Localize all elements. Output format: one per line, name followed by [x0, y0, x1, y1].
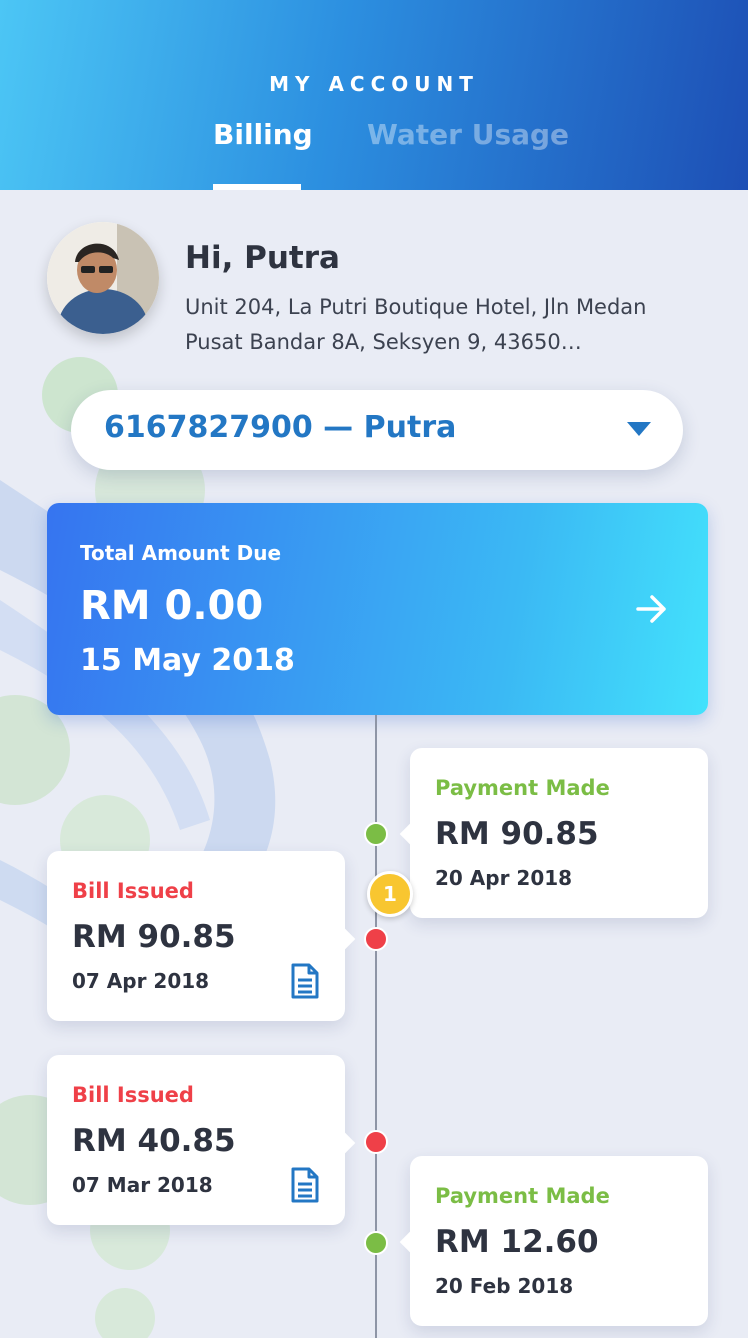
timeline-dot-payment — [364, 1231, 388, 1255]
chevron-down-icon — [627, 422, 651, 436]
timeline-card-payment[interactable]: Payment Made RM 90.85 20 Apr 2018 — [410, 748, 708, 918]
card-label: Payment Made — [435, 776, 610, 800]
account-selector-value: 6167827900 — Putra — [104, 410, 457, 445]
timeline-card-payment[interactable]: Payment Made RM 12.60 20 Feb 2018 — [410, 1156, 708, 1326]
timeline-dot-payment — [364, 822, 388, 846]
account-selector[interactable]: 6167827900 — Putra — [71, 390, 683, 470]
card-amount: RM 40.85 — [72, 1123, 236, 1159]
active-tab-indicator — [213, 184, 301, 190]
notification-badge[interactable]: 1 — [367, 871, 413, 917]
document-icon[interactable] — [290, 963, 320, 999]
card-date: 20 Apr 2018 — [435, 866, 573, 890]
avatar[interactable] — [47, 222, 159, 334]
timeline-dot-bill — [364, 927, 388, 951]
card-label: Bill Issued — [72, 879, 194, 903]
card-amount: RM 12.60 — [435, 1224, 599, 1260]
card-date: 07 Apr 2018 — [72, 969, 210, 993]
arrow-right-icon[interactable] — [634, 591, 670, 627]
total-amount-label: Total Amount Due — [80, 541, 282, 565]
header: MY ACCOUNT Billing Water Usage — [0, 0, 748, 190]
timeline-card-bill[interactable]: Bill Issued RM 90.85 07 Apr 2018 — [47, 851, 345, 1021]
card-date: 20 Feb 2018 — [435, 1274, 574, 1298]
card-amount: RM 90.85 — [435, 816, 599, 852]
card-date: 07 Mar 2018 — [72, 1173, 213, 1197]
document-icon[interactable] — [290, 1167, 320, 1203]
avatar-image — [47, 222, 159, 334]
total-amount-value: RM 0.00 — [80, 583, 264, 629]
page-title: MY ACCOUNT — [269, 72, 479, 96]
tab-billing[interactable]: Billing — [213, 118, 313, 151]
greeting: Hi, Putra — [185, 240, 340, 276]
total-amount-card[interactable]: Total Amount Due RM 0.00 15 May 2018 — [47, 503, 708, 715]
total-due-date: 15 May 2018 — [80, 643, 295, 678]
timeline-card-bill[interactable]: Bill Issued RM 40.85 07 Mar 2018 — [47, 1055, 345, 1225]
card-amount: RM 90.85 — [72, 919, 236, 955]
card-label: Bill Issued — [72, 1083, 194, 1107]
card-label: Payment Made — [435, 1184, 610, 1208]
address: Unit 204, La Putri Boutique Hotel, Jln M… — [185, 295, 647, 354]
tab-water-usage[interactable]: Water Usage — [367, 118, 569, 151]
timeline-dot-bill — [364, 1130, 388, 1154]
